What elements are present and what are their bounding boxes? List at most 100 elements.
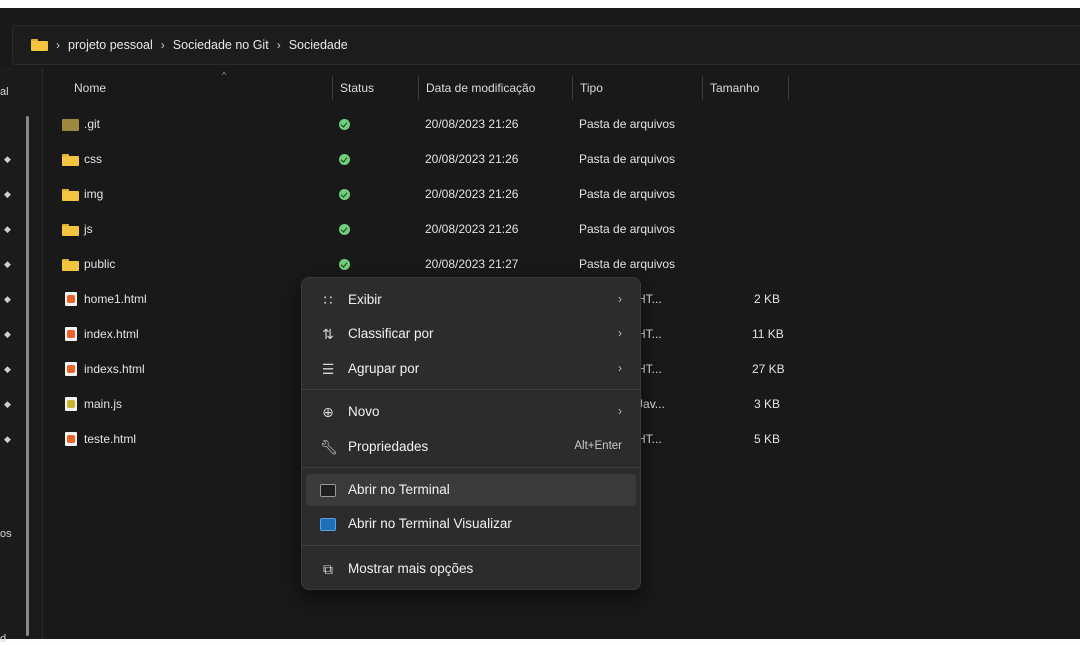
chevron-right-icon: › — [618, 326, 622, 340]
keyboard-shortcut: Alt+Enter — [574, 440, 622, 452]
expand-icon: ⧉ — [323, 561, 333, 577]
sync-status-icon — [339, 119, 350, 130]
html-file-icon — [65, 432, 77, 446]
chevron-right-icon: › — [56, 38, 60, 52]
menu-item-label: Exibir — [348, 292, 382, 307]
nav-label-fragment[interactable]: al — [0, 86, 9, 98]
file-size: 11 KB — [752, 327, 784, 341]
address-bar[interactable]: › projeto pessoal › Sociedade no Git › S… — [12, 25, 1080, 65]
file-size: 5 KB — [753, 432, 780, 446]
nav-scrollbar[interactable] — [26, 116, 29, 636]
file-row[interactable]: css 20/08/2023 21:26 Pasta de arquivos — [42, 143, 1080, 177]
file-type: Pasta de arquivos — [579, 152, 676, 166]
menu-separator — [302, 467, 640, 468]
file-name: teste.html — [84, 432, 137, 446]
terminal-preview-icon — [320, 516, 336, 532]
folder-icon — [62, 259, 79, 271]
html-file-icon — [65, 327, 77, 341]
column-divider[interactable] — [332, 76, 333, 100]
file-type: Pasta de arquivos — [579, 257, 676, 271]
pin-icon: ◆ — [4, 364, 11, 374]
column-divider[interactable] — [572, 76, 573, 100]
file-row[interactable]: js 20/08/2023 21:26 Pasta de arquivos — [42, 213, 1080, 247]
column-divider[interactable] — [702, 76, 703, 100]
html-file-icon — [65, 362, 77, 376]
breadcrumb-item[interactable]: Sociedade no Git — [173, 38, 269, 52]
sort-icon: ⇅ — [322, 326, 334, 342]
menu-item-label: Novo — [348, 404, 380, 419]
chevron-right-icon: › — [618, 292, 622, 306]
sync-status-icon — [339, 259, 350, 270]
menu-item-novo[interactable]: ⊕ Novo › — [306, 396, 636, 428]
nav-label-fragment[interactable]: os — [0, 528, 12, 540]
menu-separator — [302, 389, 640, 390]
file-type: Pasta de arquivos — [579, 187, 676, 201]
column-header-nome[interactable]: Nome — [74, 81, 106, 95]
column-divider[interactable] — [788, 76, 789, 100]
folder-icon — [62, 154, 79, 166]
pin-icon: ◆ — [4, 224, 11, 234]
column-header-tipo[interactable]: Tipo — [580, 81, 603, 95]
group-icon: ☰ — [321, 361, 335, 377]
folder-icon — [62, 189, 79, 201]
menu-item-label: Abrir no Terminal — [348, 482, 450, 497]
file-name: public — [84, 257, 116, 271]
nav-label-fragment[interactable]: d — [0, 633, 6, 645]
column-divider[interactable] — [418, 76, 419, 100]
file-name: img — [84, 187, 104, 201]
file-size: 2 KB — [753, 292, 780, 306]
folder-icon — [62, 224, 79, 236]
modified-date: 20/08/2023 21:26 — [425, 222, 519, 236]
modified-date: 20/08/2023 21:26 — [425, 187, 519, 201]
file-name: js — [84, 222, 93, 236]
pin-icon: ◆ — [4, 434, 11, 444]
menu-item-propriedades[interactable]: 🔧︎ Propriedades Alt+Enter — [306, 431, 636, 463]
pin-icon: ◆ — [4, 259, 11, 269]
menu-item-agrupar[interactable]: ☰ Agrupar por › — [306, 353, 636, 385]
file-name: home1.html — [84, 292, 147, 306]
menu-item-exibir[interactable]: ∷ Exibir › — [306, 284, 636, 316]
html-file-icon — [65, 292, 77, 306]
pin-icon: ◆ — [4, 399, 11, 409]
js-file-icon — [65, 397, 77, 411]
menu-item-label: Propriedades — [348, 439, 429, 454]
folder-icon — [62, 119, 79, 131]
file-row[interactable]: .git 20/08/2023 21:26 Pasta de arquivos — [42, 108, 1080, 142]
menu-item-label: Mostrar mais opções — [348, 561, 474, 576]
sync-status-icon — [339, 154, 350, 165]
grid-view-icon: ∷ — [323, 292, 333, 308]
column-header: ^ Nome Status Data de modificação Tipo T… — [42, 68, 1080, 112]
menu-item-classificar[interactable]: ⇅ Classificar por › — [306, 318, 636, 350]
pin-icon: ◆ — [4, 154, 11, 164]
modified-date: 20/08/2023 21:26 — [425, 117, 519, 131]
chevron-right-icon: › — [276, 38, 281, 52]
file-name: main.js — [84, 397, 123, 411]
menu-item-label: Classificar por — [348, 326, 434, 341]
file-row[interactable]: img 20/08/2023 21:26 Pasta de arquivos — [42, 178, 1080, 212]
menu-item-abrir-terminal[interactable]: Abrir no Terminal — [306, 474, 636, 506]
column-header-tamanho[interactable]: Tamanho — [710, 81, 759, 95]
column-header-data[interactable]: Data de modificação — [426, 81, 535, 95]
sync-status-icon — [339, 224, 350, 235]
file-name: indexs.html — [84, 362, 145, 376]
pin-icon: ◆ — [4, 189, 11, 199]
add-circle-icon: ⊕ — [322, 404, 334, 420]
column-header-status[interactable]: Status — [340, 81, 374, 95]
pin-icon: ◆ — [4, 294, 11, 304]
chevron-right-icon: › — [618, 361, 622, 375]
navigation-pane: al ◆ ◆ ◆ ◆ ◆ ◆ ◆ ◆ ◆ os d — [0, 68, 43, 645]
terminal-icon — [320, 482, 336, 498]
menu-item-mostrar-mais[interactable]: ⧉ Mostrar mais opções — [306, 553, 636, 585]
wrench-icon: 🔧︎ — [320, 439, 338, 455]
pin-icon: ◆ — [4, 329, 11, 339]
chevron-right-icon: › — [618, 404, 622, 418]
menu-item-abrir-terminal-visualizar[interactable]: Abrir no Terminal Visualizar — [306, 508, 636, 540]
menu-item-label: Abrir no Terminal Visualizar — [348, 516, 512, 531]
file-name: .git — [84, 117, 101, 131]
file-name: index.html — [84, 327, 139, 341]
breadcrumb-item[interactable]: Sociedade — [289, 38, 348, 52]
chevron-right-icon: › — [160, 38, 165, 52]
file-size: 27 KB — [752, 362, 785, 376]
breadcrumb-item[interactable]: projeto pessoal — [68, 38, 153, 52]
modified-date: 20/08/2023 21:26 — [425, 152, 519, 166]
